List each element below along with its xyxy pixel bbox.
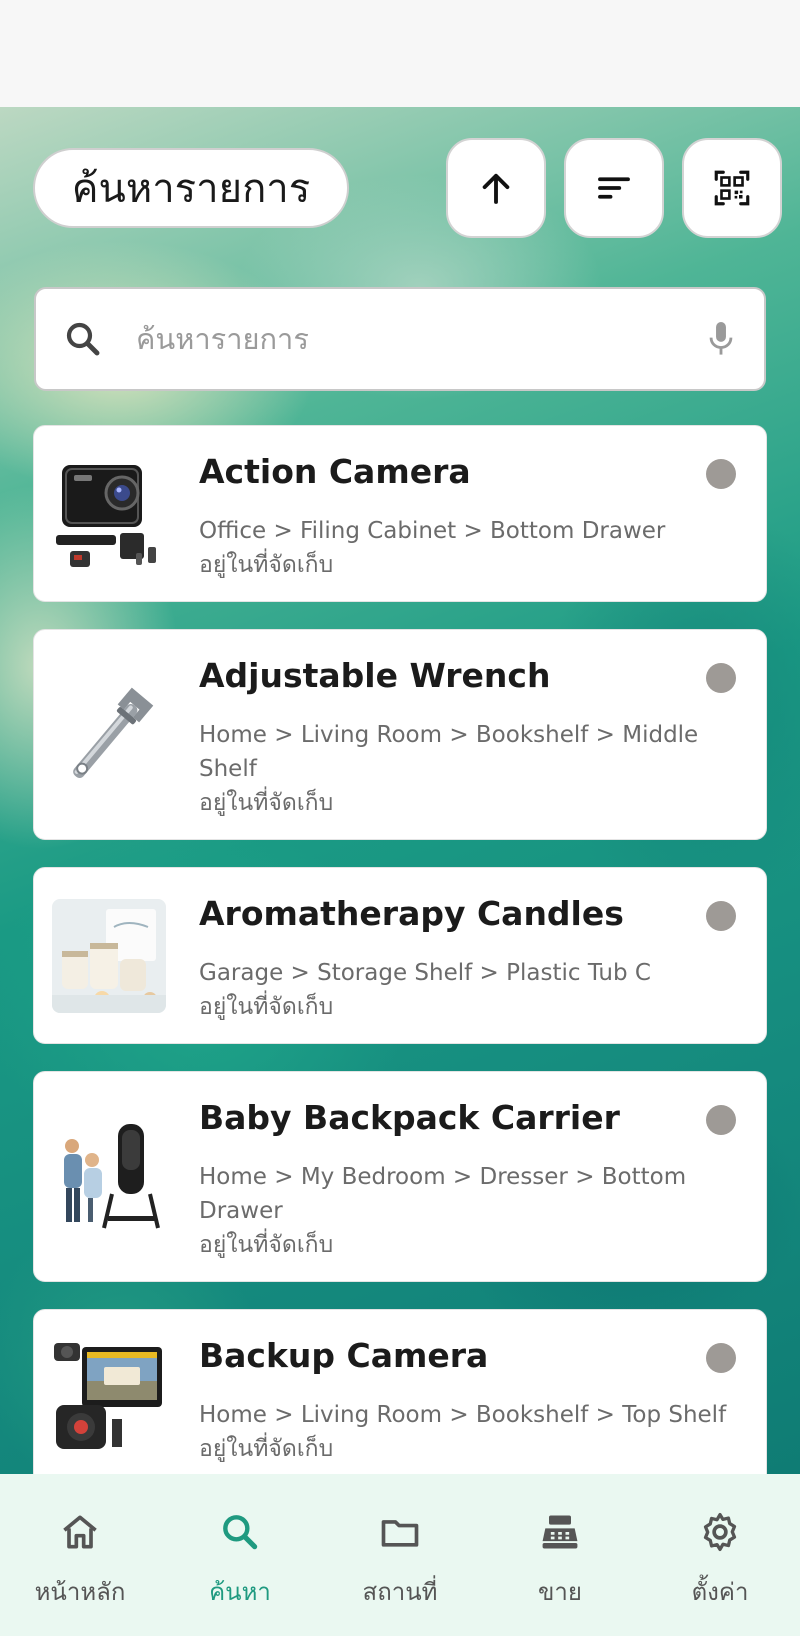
- status-indicator: [706, 901, 736, 931]
- candles-image: [52, 899, 166, 1013]
- item-location-path: Home > My Bedroom > Dresser > Bottom Dra…: [199, 1160, 734, 1262]
- item-location-path: Garage > Storage Shelf > Plastic Tub C อ…: [199, 956, 734, 1024]
- item-name: Action Camera: [199, 452, 471, 491]
- arrow-up-icon: [482, 173, 510, 204]
- status-indicator: [706, 1105, 736, 1135]
- item-status: อยู่ในที่จัดเก็บ: [199, 994, 334, 1020]
- item-name: Adjustable Wrench: [199, 656, 551, 695]
- qr-scan-icon: [714, 170, 750, 206]
- sort-direction-button[interactable]: [446, 138, 546, 238]
- folder-icon: [381, 1520, 419, 1547]
- item-path: Garage > Storage Shelf > Plastic Tub C: [199, 960, 651, 986]
- status-bar-area: [0, 0, 800, 107]
- sort-button[interactable]: [564, 138, 664, 238]
- search-icon: [223, 1515, 258, 1550]
- item-card[interactable]: Action Camera Office > Filing Cabinet > …: [33, 425, 767, 602]
- nav-item-locations[interactable]: สถานที่: [320, 1474, 480, 1636]
- item-path: Home > Living Room > Bookshelf > Middle …: [199, 722, 699, 782]
- search-bar[interactable]: [34, 287, 766, 391]
- search-input[interactable]: [136, 322, 704, 356]
- nav-item-home[interactable]: หน้าหลัก: [0, 1474, 160, 1636]
- wrench-image: [52, 678, 166, 792]
- item-name: Aromatherapy Candles: [199, 894, 624, 933]
- item-card[interactable]: Adjustable Wrench Home > Living Room > B…: [33, 629, 767, 840]
- gear-icon: [703, 1512, 737, 1552]
- bottom-navigation: หน้าหลัก ค้นหา สถานที่ ขาย ตั้งค่า: [0, 1474, 800, 1636]
- nav-label: ขาย: [538, 1578, 582, 1606]
- nav-item-search[interactable]: ค้นหา: [160, 1474, 320, 1636]
- item-status: อยู่ในที่จัดเก็บ: [199, 1436, 334, 1462]
- status-indicator: [706, 459, 736, 489]
- nav-label: ตั้งค่า: [691, 1578, 749, 1606]
- nav-label: ค้นหา: [209, 1578, 271, 1606]
- item-path: Home > My Bedroom > Dresser > Bottom Dra…: [199, 1164, 687, 1224]
- home-icon: [63, 1515, 97, 1549]
- search-icon: [66, 322, 100, 356]
- nav-item-settings[interactable]: ตั้งค่า: [640, 1474, 800, 1636]
- cash-register-icon: [542, 1515, 578, 1549]
- item-path: Office > Filing Cabinet > Bottom Drawer: [199, 518, 666, 544]
- sort-icon: [598, 177, 630, 199]
- item-card[interactable]: Aromatherapy Candles Garage > Storage Sh…: [33, 867, 767, 1044]
- item-status: อยู่ในที่จัดเก็บ: [199, 790, 334, 816]
- item-location-path: Home > Living Room > Bookshelf > Top She…: [199, 1398, 734, 1466]
- backup-camera-image: [52, 1341, 166, 1455]
- item-location-path: Home > Living Room > Bookshelf > Middle …: [199, 718, 734, 820]
- qr-scan-button[interactable]: [682, 138, 782, 238]
- item-card[interactable]: Baby Backpack Carrier Home > My Bedroom …: [33, 1071, 767, 1282]
- nav-item-sell[interactable]: ขาย: [480, 1474, 640, 1636]
- item-status: อยู่ในที่จัดเก็บ: [199, 552, 334, 578]
- item-path: Home > Living Room > Bookshelf > Top She…: [199, 1402, 727, 1428]
- nav-label: หน้าหลัก: [34, 1578, 126, 1606]
- nav-label: สถานที่: [362, 1578, 438, 1606]
- microphone-icon[interactable]: [704, 319, 738, 359]
- item-location-path: Office > Filing Cabinet > Bottom Drawer …: [199, 514, 734, 582]
- baby-carrier-image: [52, 1120, 166, 1234]
- status-indicator: [706, 1343, 736, 1373]
- item-name: Backup Camera: [199, 1336, 489, 1375]
- status-indicator: [706, 663, 736, 693]
- item-name: Baby Backpack Carrier: [199, 1098, 620, 1137]
- item-status: อยู่ในที่จัดเก็บ: [199, 1232, 334, 1258]
- page-title: ค้นหารายการ: [33, 148, 349, 228]
- action-camera-image: [52, 457, 166, 571]
